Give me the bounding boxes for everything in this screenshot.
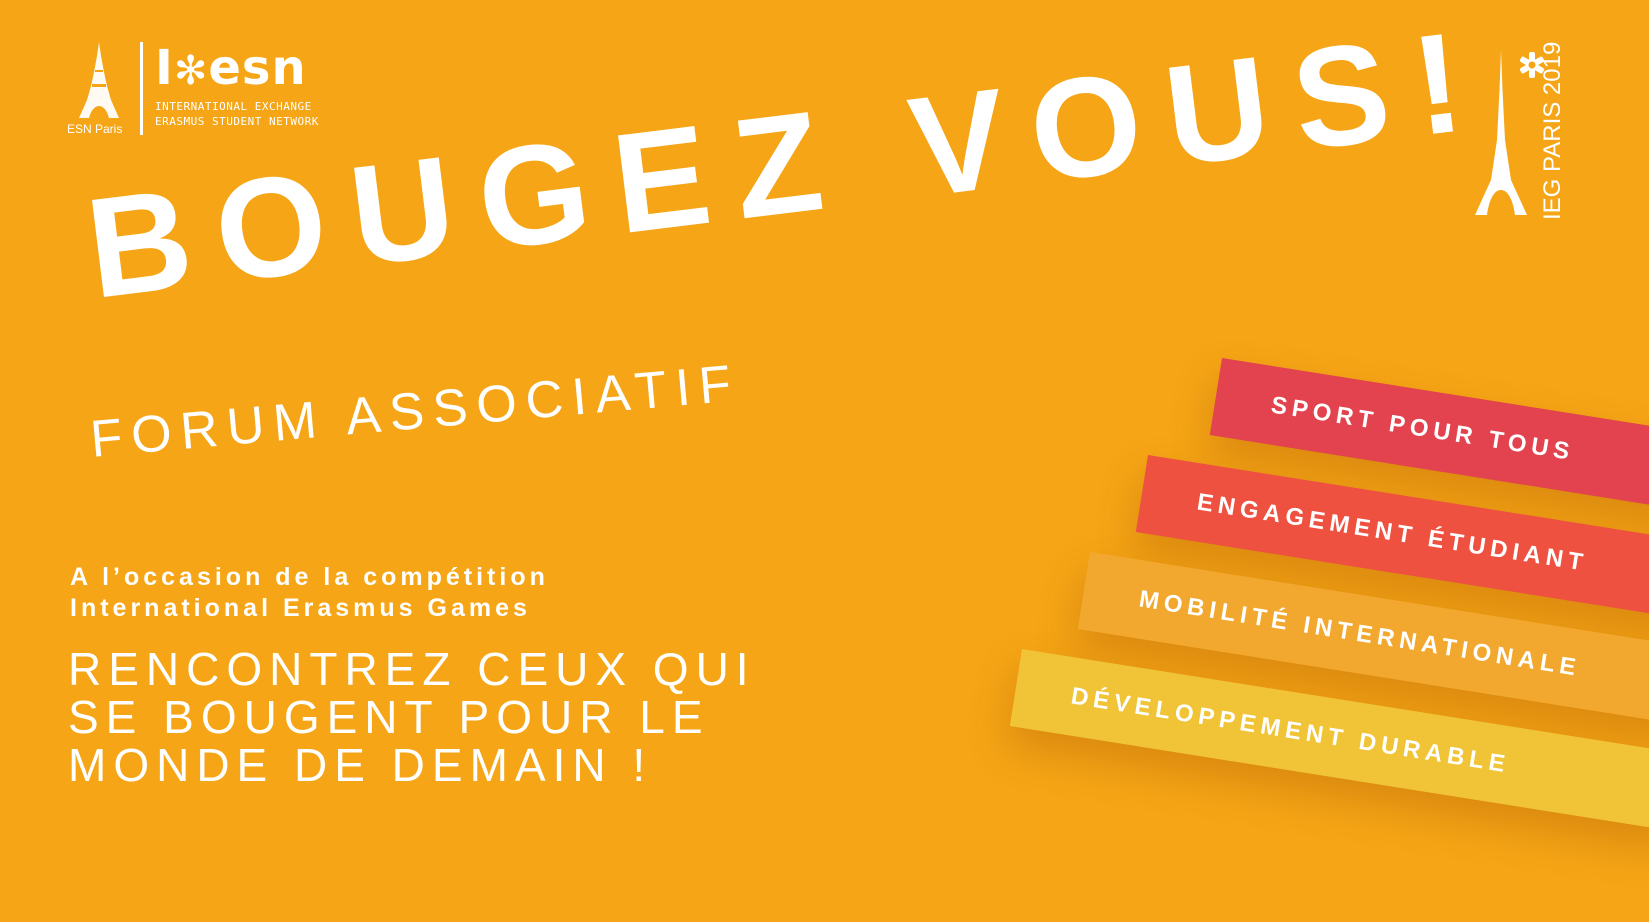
esn-paris-logo: ESN Paris I✻esn INTERNATIONAL EXCHANGE E… <box>55 40 355 142</box>
esn-star-icon: ✻ <box>173 48 209 94</box>
esn-wordmark-prefix: I <box>155 40 174 96</box>
ieg-paris-2019-text: IEG PARIS 2019 <box>1539 41 1566 220</box>
esn-wordmark: I✻esn <box>155 38 307 101</box>
occasion-line: A l’occasion de la compétition <box>70 563 549 591</box>
eiffel-tower-icon <box>79 42 119 118</box>
logo-divider <box>140 42 143 135</box>
occasion-line: International Erasmus Games <box>70 594 531 622</box>
tagline: RENCONTREZ CEUX QUI SE BOUGENT POUR LE M… <box>68 645 756 789</box>
occasion-text: A l’occasion de la compétition Internati… <box>70 562 549 624</box>
tagline-line: SE BOUGENT POUR LE <box>68 691 710 743</box>
esn-subtitle-line2: ERASMUS STUDENT NETWORK <box>155 115 319 128</box>
headline-subtitle: FORUM ASSOCIATIF <box>88 354 743 469</box>
tagline-line: RENCONTREZ CEUX QUI <box>68 643 756 695</box>
esn-wordmark-suffix: esn <box>208 40 307 96</box>
esn-paris-label: ESN Paris <box>67 122 123 136</box>
theme-ribbons: SPORT POUR TOUS ENGAGEMENT ÉTUDIANT MOBI… <box>1000 340 1649 900</box>
esn-subtitle-line1: INTERNATIONAL EXCHANGE <box>155 100 312 113</box>
tagline-line: MONDE DE DEMAIN ! <box>68 739 653 791</box>
